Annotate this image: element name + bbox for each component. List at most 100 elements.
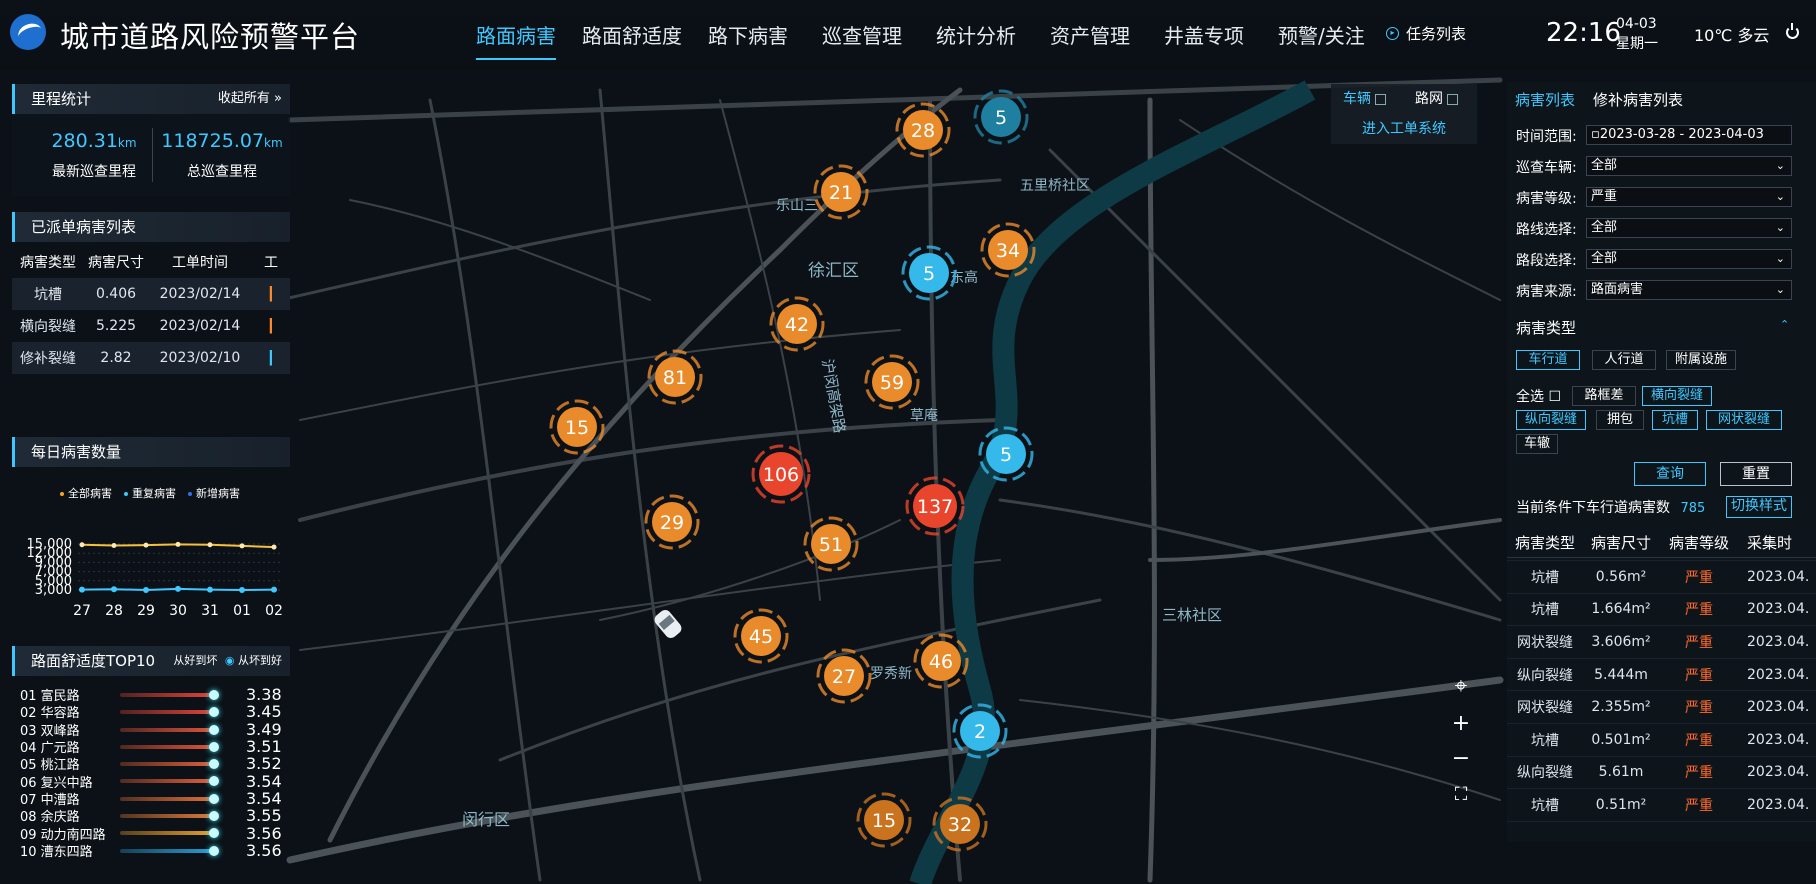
zoom-in-icon[interactable]: + xyxy=(1446,709,1476,739)
table-row[interactable]: 网状裂缝 3.606m² 严重 2023.04. xyxy=(1507,626,1816,659)
table-row[interactable]: 横向裂缝 5.225 2023/02/14 ┃ xyxy=(12,310,290,342)
data-point[interactable] xyxy=(239,543,245,549)
data-point[interactable] xyxy=(271,544,277,550)
tag-facilities[interactable]: 附属设施 xyxy=(1666,350,1736,370)
data-point[interactable] xyxy=(143,587,149,593)
map-cluster-marker[interactable]: 45 xyxy=(733,608,789,664)
data-point[interactable] xyxy=(111,586,117,593)
map-cluster-marker[interactable]: 32 xyxy=(932,796,988,852)
data-point[interactable] xyxy=(271,586,277,593)
data-point[interactable] xyxy=(207,542,213,548)
tag-sidewalk[interactable]: 人行道 xyxy=(1592,350,1656,370)
tag-carriageway[interactable]: 车行道 xyxy=(1516,350,1580,370)
map-cluster-marker[interactable]: 34 xyxy=(980,222,1036,278)
radio-icon[interactable]: ◉ xyxy=(225,654,235,667)
source-select[interactable]: 路面病害 ⌄ xyxy=(1586,280,1792,300)
sort-bad-option[interactable]: 从坏到好 xyxy=(238,654,282,667)
tag-frame-diff[interactable]: 路框差 xyxy=(1572,386,1636,406)
fullscreen-icon[interactable]: ⛶ xyxy=(1446,780,1476,810)
power-icon[interactable] xyxy=(1786,23,1799,39)
locate-icon[interactable]: ⌖ xyxy=(1446,672,1476,702)
map-cluster-marker[interactable]: 2 xyxy=(952,703,1008,759)
comfort-row[interactable]: 06 复兴中路 3.54 xyxy=(20,772,290,791)
switch-style-button[interactable]: 切换样式 xyxy=(1726,496,1792,518)
work-order-link[interactable]: 进入工单系统 xyxy=(1331,118,1477,138)
map-cluster-marker[interactable]: 137 xyxy=(905,476,965,536)
nav-item-road-defects[interactable]: 路面病害 xyxy=(476,20,556,60)
map-cluster-marker[interactable]: 46 xyxy=(913,633,969,689)
table-row[interactable]: 纵向裂缝 5.61m 严重 2023.04. xyxy=(1507,757,1816,790)
data-point[interactable] xyxy=(175,585,181,592)
map-cluster-marker[interactable]: 15 xyxy=(856,792,912,848)
level-select[interactable]: 严重 ⌄ xyxy=(1586,187,1792,207)
table-row[interactable]: 网状裂缝 2.355m² 严重 2023.04. xyxy=(1507,691,1816,724)
nav-item-statistics[interactable]: 统计分析 xyxy=(936,20,1016,60)
nav-item-assets[interactable]: 资产管理 xyxy=(1050,20,1130,60)
data-point[interactable] xyxy=(207,586,213,593)
map-cluster-marker[interactable]: 81 xyxy=(647,349,703,405)
tag-pothole[interactable]: 坑槽 xyxy=(1652,410,1698,430)
table-row[interactable]: 纵向裂缝 5.444m 严重 2023.04. xyxy=(1507,659,1816,692)
table-row[interactable]: 修补裂缝 2.82 2023/02/10 ┃ xyxy=(12,342,290,374)
nav-item-patrol[interactable]: 巡查管理 xyxy=(822,20,902,60)
comfort-row[interactable]: 02 华容路 3.45 xyxy=(20,702,290,721)
map-cluster-marker[interactable]: 21 xyxy=(813,164,869,220)
data-point[interactable] xyxy=(143,542,149,548)
map-cluster-marker[interactable]: 28 xyxy=(895,102,951,158)
task-list-button[interactable]: ▸ 任务列表 xyxy=(1386,23,1466,44)
table-row[interactable]: 坑槽 0.51m² 严重 2023.04. xyxy=(1507,789,1816,822)
segment-select[interactable]: 全部 ⌄ xyxy=(1586,249,1792,269)
tag-bulge[interactable]: 拥包 xyxy=(1596,410,1644,430)
zoom-out-icon[interactable]: − xyxy=(1446,744,1476,774)
tab-repair-list[interactable]: 修补病害列表 xyxy=(1593,89,1683,110)
comfort-row[interactable]: 10 漕东四路 3.56 xyxy=(20,841,290,860)
collapse-up-icon[interactable]: ⌃ xyxy=(1780,318,1789,331)
reset-button[interactable]: 重置 xyxy=(1720,462,1792,486)
data-point[interactable] xyxy=(239,587,245,593)
date-range-input[interactable]: ▫2023-03-28 - 2023-04-03 xyxy=(1586,125,1792,145)
tag-longitudinal-crack[interactable]: 纵向裂缝 xyxy=(1516,410,1586,430)
map-cluster-marker[interactable]: 106 xyxy=(751,444,811,504)
tab-defect-list[interactable]: 病害列表 xyxy=(1515,89,1575,110)
nav-item-manholes[interactable]: 井盖专项 xyxy=(1164,20,1244,60)
map-cluster-marker[interactable]: 59 xyxy=(864,354,920,410)
data-point[interactable] xyxy=(111,543,117,549)
comfort-row[interactable]: 05 桃江路 3.52 xyxy=(20,754,290,773)
tag-rut[interactable]: 车辙 xyxy=(1516,434,1558,454)
comfort-row[interactable]: 03 双峰路 3.49 xyxy=(20,720,290,739)
table-row[interactable]: 坑槽 0.501m² 严重 2023.04. xyxy=(1507,724,1816,757)
select-all-checkbox[interactable]: 全选 ☐ xyxy=(1516,386,1561,406)
map-cluster-marker[interactable]: 5 xyxy=(978,426,1034,482)
collapse-all-button[interactable]: 收起所有 » xyxy=(218,84,282,114)
data-point[interactable] xyxy=(79,542,85,548)
map-cluster-marker[interactable]: 42 xyxy=(769,296,825,352)
nav-item-underground-defects[interactable]: 路下病害 xyxy=(708,20,788,60)
tag-transverse-crack[interactable]: 横向裂缝 xyxy=(1642,386,1712,406)
vehicle-toggle[interactable]: 车辆 xyxy=(1343,88,1386,108)
comfort-row[interactable]: 04 广元路 3.51 xyxy=(20,737,290,756)
comfort-row[interactable]: 09 动力南四路 3.56 xyxy=(20,824,290,843)
table-row[interactable]: 坑槽 1.664m² 严重 2023.04. xyxy=(1507,594,1816,627)
nav-item-road-comfort[interactable]: 路面舒适度 xyxy=(582,20,682,60)
sort-good-option[interactable]: 从好到坏 xyxy=(173,654,217,667)
table-row[interactable]: 坑槽 0.56m² 严重 2023.04. xyxy=(1507,561,1816,594)
comfort-row[interactable]: 01 富民路 3.38 xyxy=(20,685,290,704)
vehicle-select[interactable]: 全部 ⌄ xyxy=(1586,156,1792,176)
tag-mesh-crack[interactable]: 网状裂缝 xyxy=(1706,410,1782,430)
route-select[interactable]: 全部 ⌄ xyxy=(1586,218,1792,238)
nav-item-alerts[interactable]: 预警/关注 xyxy=(1278,20,1365,60)
comfort-row[interactable]: 07 中漕路 3.54 xyxy=(20,789,290,808)
map-cluster-marker[interactable]: 5 xyxy=(901,245,957,301)
data-point[interactable] xyxy=(175,541,181,547)
comfort-row[interactable]: 08 余庆路 3.55 xyxy=(20,806,290,825)
network-toggle[interactable]: 路网 xyxy=(1415,88,1458,108)
map-cluster-marker[interactable]: 27 xyxy=(816,648,872,704)
query-button[interactable]: 查询 xyxy=(1634,462,1706,486)
map-cluster-marker[interactable]: 51 xyxy=(803,516,859,572)
data-point[interactable] xyxy=(79,586,85,593)
map-cluster-marker[interactable]: 29 xyxy=(644,494,700,550)
table-row[interactable]: 坑槽 0.406 2023/02/14 ┃ xyxy=(12,278,290,310)
map-cluster-marker[interactable]: 15 xyxy=(549,399,605,455)
table-cell: 2023.04. xyxy=(1747,731,1810,748)
map-cluster-marker[interactable]: 5 xyxy=(973,89,1029,145)
